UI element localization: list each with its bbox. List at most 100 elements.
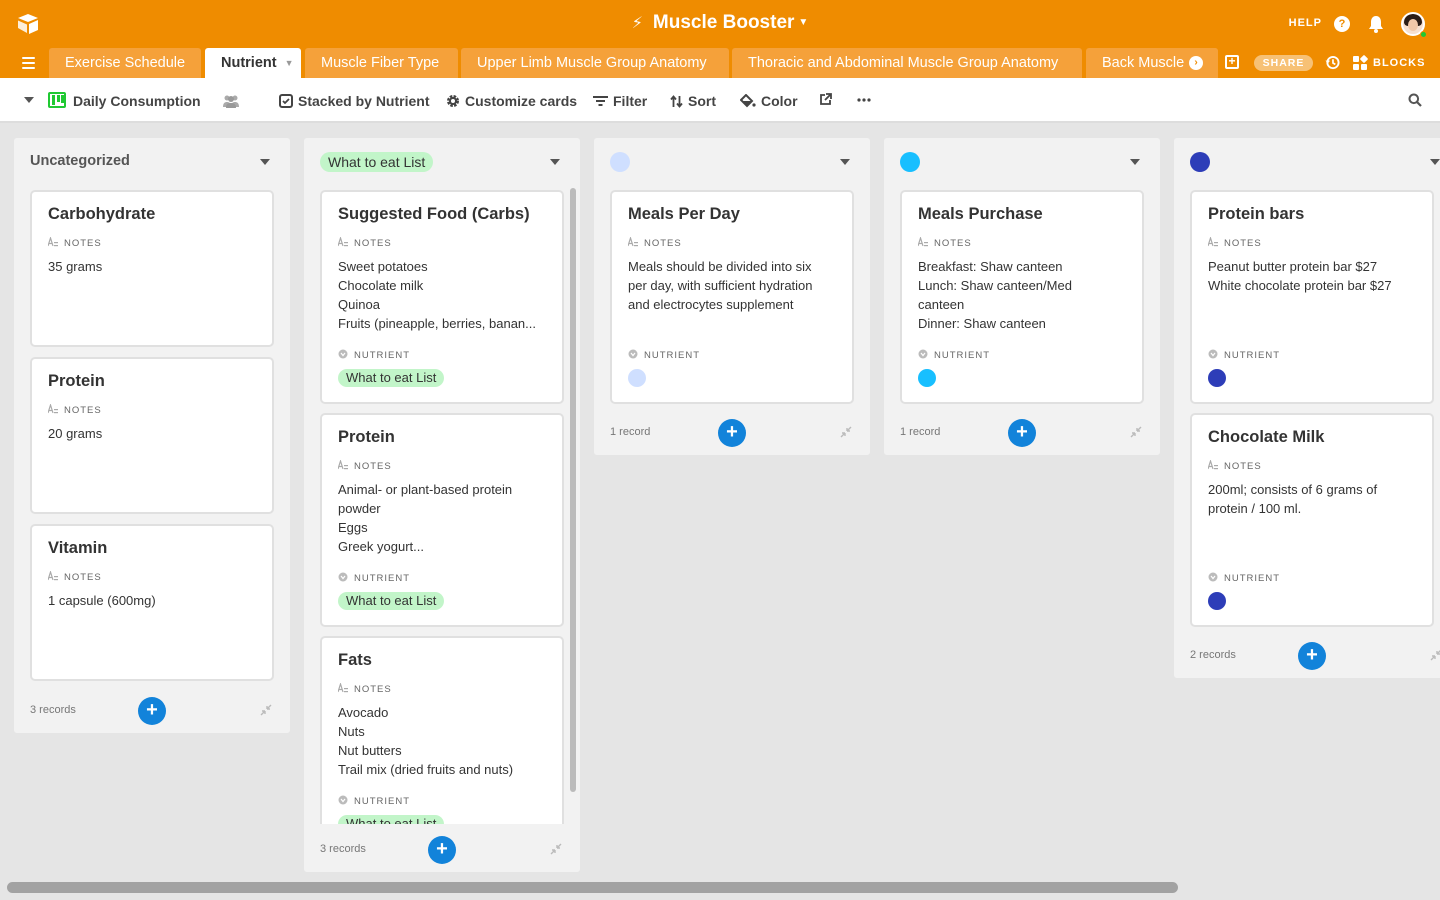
search-icon[interactable] [1408, 93, 1422, 107]
stack-card-list[interactable]: Suggested Food (Carbs) NOTES Sweet potat… [304, 184, 580, 824]
stacked-by-button[interactable]: Stacked by Nutrient [279, 92, 429, 110]
collapse-stack-icon[interactable] [1130, 426, 1142, 438]
record-card[interactable]: Meals Purchase NOTES Breakfast: Shaw can… [900, 190, 1144, 404]
more-options-icon[interactable] [857, 98, 871, 102]
card-title: Meals Per Day [628, 205, 740, 223]
record-card[interactable]: Suggested Food (Carbs) NOTES Sweet potat… [320, 190, 564, 404]
hamburger-menu-icon[interactable] [22, 57, 35, 69]
record-card[interactable]: Meals Per Day NOTES Meals should be divi… [610, 190, 854, 404]
record-count: 2 records [1190, 649, 1236, 661]
views-toggle-icon[interactable] [24, 97, 34, 103]
nutrient-value-pill: What to eat List [338, 369, 445, 387]
tab-upper-limb-muscle-group-anatomy[interactable]: Upper Limb Muscle Group Anatomy [461, 48, 729, 78]
sort-icon [670, 94, 683, 108]
nutrient-color-dot [628, 369, 646, 387]
history-icon[interactable] [1325, 55, 1340, 70]
tab-muscle-fiber-type[interactable]: Muscle Fiber Type [305, 48, 458, 78]
table-tabs: Exercise Schedule Nutrient ▼ Muscle Fiber… [0, 48, 1440, 78]
blocks-button[interactable]: BLOCKS [1353, 54, 1433, 71]
record-card[interactable]: Protein NOTES Animal- or plant-based pro… [320, 413, 564, 627]
record-count: 1 record [610, 426, 651, 438]
view-name[interactable]: Daily Consumption [73, 92, 201, 110]
color-button[interactable]: Color [740, 92, 798, 110]
card-title: Protein [48, 372, 105, 390]
help-icon[interactable]: ? [1334, 16, 1350, 32]
long-text-icon [48, 237, 58, 247]
stack-title: Uncategorized [30, 153, 130, 169]
notes-value: 1 capsule (600mg) [48, 593, 156, 608]
vertical-scrollbar[interactable] [570, 188, 576, 792]
sort-label: Sort [688, 93, 716, 109]
collapse-stack-icon[interactable] [1430, 649, 1440, 661]
chevron-down-icon[interactable]: ▼ [285, 58, 294, 68]
app-header: ⚡ Muscle Booster ▼ HELP ? [0, 0, 1440, 48]
add-record-button[interactable]: + [1008, 419, 1036, 447]
nutrient-field-label: NUTRIENT [338, 572, 410, 585]
scroll-tabs-right-icon[interactable]: › [1189, 56, 1203, 70]
record-card[interactable]: Carbohydrate NOTES 35 grams [30, 190, 274, 347]
nutrient-value-pill: What to eat List [338, 815, 445, 824]
stack-color-dot [1190, 152, 1210, 172]
card-title: Vitamin [48, 539, 108, 557]
bell-icon[interactable] [1368, 15, 1384, 33]
stack-color-dot [610, 152, 630, 172]
tab-nutrient[interactable]: Nutrient ▼ [205, 48, 301, 78]
stack-menu-icon[interactable] [1130, 159, 1140, 165]
nutrient-color-dot [918, 369, 936, 387]
long-text-icon [338, 237, 348, 247]
tab-exercise-schedule[interactable]: Exercise Schedule [49, 48, 201, 78]
card-title: Carbohydrate [48, 205, 156, 223]
stack-menu-icon[interactable] [550, 159, 560, 165]
stack-uncategorized: Uncategorized Carbohydrate NOTES 35 gram… [14, 138, 290, 733]
collapse-stack-icon[interactable] [840, 426, 852, 438]
tab-thoracic-abdominal-anatomy[interactable]: Thoracic and Abdominal Muscle Group Anat… [732, 48, 1082, 78]
gear-icon [447, 95, 459, 108]
color-label: Color [761, 93, 798, 109]
notes-value: 200ml; consists of 6 grams of protein / 1… [1208, 482, 1378, 516]
notes-value: Avocado Nuts Nut butters Trail mix (dried f… [338, 705, 514, 777]
horizontal-scrollbar[interactable] [7, 882, 1178, 893]
share-view-icon[interactable] [819, 93, 832, 106]
add-record-button[interactable]: + [138, 697, 166, 725]
notes-field-label: NOTES [48, 571, 102, 584]
add-record-button[interactable]: + [718, 419, 746, 447]
notes-value: 35 grams [48, 259, 103, 274]
share-button[interactable]: SHARE [1254, 55, 1313, 71]
stack-header: Uncategorized [14, 138, 290, 184]
nutrient-value-pill: What to eat List [338, 592, 445, 610]
notes-field-label: NOTES [918, 237, 972, 250]
help-label[interactable]: HELP [1289, 17, 1322, 29]
record-card[interactable]: Protein bars NOTES Peanut butter protein… [1190, 190, 1434, 404]
record-card[interactable]: Chocolate Milk NOTES 200ml; consists of … [1190, 413, 1434, 627]
stack-menu-icon[interactable] [260, 159, 270, 165]
record-card[interactable]: Vitamin NOTES 1 capsule (600mg) [30, 524, 274, 681]
customize-cards-button[interactable]: Customize cards [446, 92, 577, 110]
record-card[interactable]: Protein NOTES 20 grams [30, 357, 274, 514]
nutrient-field-label: NUTRIENT [1208, 572, 1280, 585]
record-count: 3 records [30, 704, 76, 716]
sort-button[interactable]: Sort [670, 92, 716, 110]
notes-value: Animal- or plant-based protein powder Eggs… [338, 482, 513, 554]
stack-menu-icon[interactable] [840, 159, 850, 165]
stack-header [884, 138, 1160, 184]
collaborators-icon[interactable] [222, 94, 240, 108]
nutrient-color-dot [1208, 369, 1226, 387]
blocks-icon [1353, 54, 1369, 70]
select-field-icon [338, 572, 348, 582]
base-title[interactable]: ⚡ Muscle Booster ▼ [0, 12, 1440, 34]
long-text-icon [338, 683, 348, 693]
add-record-button[interactable]: + [1298, 642, 1326, 670]
collapse-stack-icon[interactable] [550, 843, 562, 855]
stacked-by-label: Stacked by Nutrient [298, 93, 430, 109]
card-title: Chocolate Milk [1208, 428, 1325, 446]
lightning-icon: ⚡ [631, 15, 643, 32]
online-status-dot [1420, 31, 1427, 38]
chevron-down-icon: ▼ [798, 17, 809, 29]
add-table-icon[interactable]: + [1225, 55, 1239, 69]
filter-button[interactable]: Filter [593, 92, 647, 110]
add-record-button[interactable]: + [428, 836, 456, 864]
record-card[interactable]: Fats NOTES Avocado Nuts Nut butters Trail m… [320, 636, 564, 824]
stack-menu-icon[interactable] [1430, 159, 1440, 165]
collapse-stack-icon[interactable] [260, 704, 272, 716]
notes-value: Sweet potatoes Chocolate milk Quinoa Fruits… [338, 259, 536, 331]
